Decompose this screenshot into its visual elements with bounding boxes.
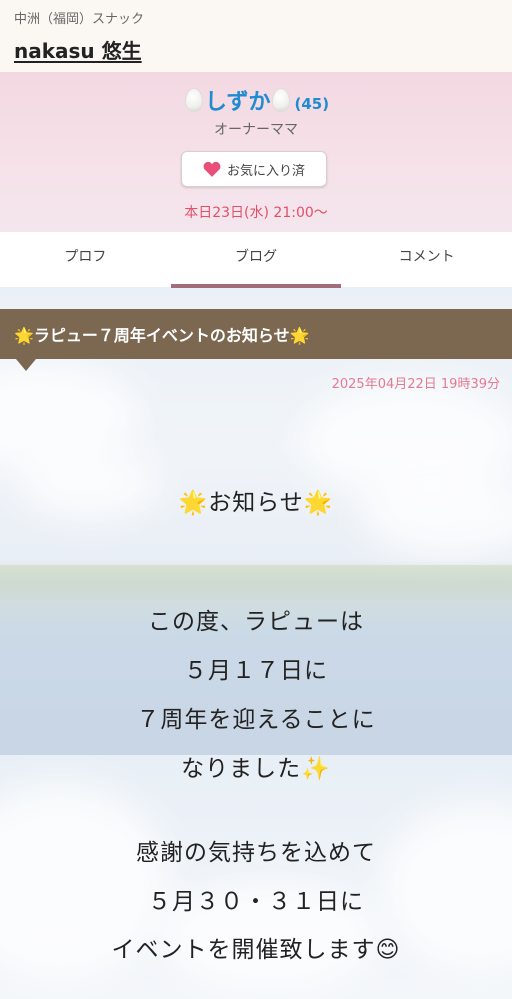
blog-line: なりました✨ bbox=[181, 756, 331, 782]
cast-name: しずか bbox=[204, 90, 271, 115]
blog-date: 2025年04月22日 19時39分 bbox=[331, 377, 500, 392]
title-pointer bbox=[16, 359, 36, 371]
blog-line: この度、ラピューは bbox=[148, 609, 364, 635]
favorite-button[interactable]: お気に入り済 bbox=[181, 151, 327, 187]
profile-section: しずか (45) オーナーママ お気に入り済 本日23日(水) 21:00〜 bbox=[0, 72, 512, 232]
blog-line: ７周年を迎えることに bbox=[136, 707, 376, 733]
area-category: 中洲（福岡）スナック bbox=[14, 12, 145, 27]
tab-comment[interactable]: コメント bbox=[341, 232, 512, 287]
cast-age: (45) bbox=[294, 95, 330, 113]
tab-bar: プロフ ブログ コメント bbox=[0, 232, 512, 288]
blog-line: ５月３０・３１日に bbox=[148, 889, 364, 915]
egg-icon bbox=[184, 88, 203, 112]
name-row: しずか (45) bbox=[0, 84, 512, 116]
tab-blog[interactable]: ブログ bbox=[170, 232, 342, 288]
shop-name-link[interactable]: nakasu 悠生 bbox=[14, 35, 142, 64]
tab-profile[interactable]: プロフ bbox=[0, 232, 171, 287]
egg-icon bbox=[272, 88, 291, 112]
blog-line: イベントを開催致します😊 bbox=[111, 937, 401, 963]
schedule-text: 本日23日(水) 21:00〜 bbox=[184, 205, 328, 221]
blog-line: 感謝の気持ちを込めて bbox=[136, 840, 376, 866]
cast-role: オーナーママ bbox=[214, 122, 298, 138]
heart-icon bbox=[203, 161, 221, 177]
blog-line: ５月１７日に bbox=[184, 658, 328, 684]
blog-title: 🌟ラピュー７周年イベントのお知らせ🌟 bbox=[14, 326, 310, 345]
blog-line: 🌟お知らせ🌟 bbox=[178, 490, 334, 516]
favorite-label: お気に入り済 bbox=[226, 163, 305, 179]
header: 中洲（福岡）スナック nakasu 悠生 bbox=[0, 0, 512, 73]
blog-title-bar: 🌟ラピュー７周年イベントのお知らせ🌟 bbox=[0, 309, 512, 359]
